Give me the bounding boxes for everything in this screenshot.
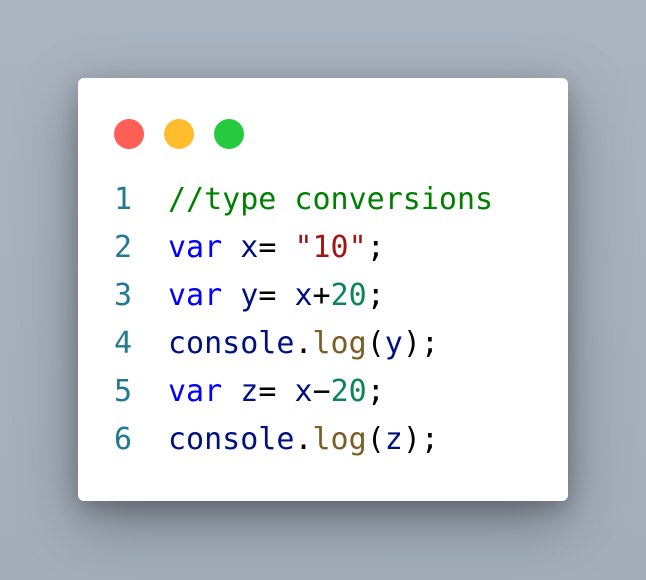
code-line: 2 var x = "10";: [114, 224, 493, 272]
code-token: .: [294, 422, 313, 457]
code-line: 1 //type conversions: [114, 176, 493, 224]
code-line: 5 var z = x −20;: [114, 368, 493, 416]
line-number: 1: [114, 182, 133, 217]
code-token: 20: [330, 278, 367, 313]
code-token: console: [168, 422, 295, 457]
code-line: 4 console. log(y);: [114, 320, 493, 368]
code-token: x: [294, 374, 313, 409]
line-number: 6: [114, 422, 133, 457]
line-number: 5: [114, 374, 133, 409]
code-token: log: [312, 326, 367, 361]
code-token: var: [168, 278, 223, 313]
code-token: z: [240, 374, 259, 409]
window-controls: [114, 119, 244, 149]
code-token: //type conversions: [168, 182, 494, 217]
code-token: "10": [294, 230, 367, 265]
code-token: z: [384, 422, 403, 457]
code-token: (: [366, 422, 385, 457]
code-token: log: [312, 422, 367, 457]
code-token: ;: [366, 374, 385, 409]
line-number: 4: [114, 326, 133, 361]
code-token: console: [168, 326, 295, 361]
code-token: .: [294, 326, 313, 361]
code-token: x: [240, 230, 259, 265]
maximize-dot-icon[interactable]: [214, 119, 244, 149]
code-token: −: [312, 374, 331, 409]
code-token: ;: [366, 230, 385, 265]
code-window: 1//type conversions 2 var x = "10"; 3 var y = …: [78, 78, 568, 501]
line-number: 2: [114, 230, 133, 265]
code-block: 1//type conversions 2 var x = "10"; 3 var y = …: [114, 176, 493, 464]
code-token: var: [168, 230, 223, 265]
code-token: var: [168, 374, 223, 409]
code-token: y: [240, 278, 259, 313]
close-dot-icon[interactable]: [114, 119, 144, 149]
code-token: (: [366, 326, 385, 361]
code-token: +: [312, 278, 331, 313]
code-token: =: [258, 374, 295, 409]
line-number: 3: [114, 278, 133, 313]
code-token: 20: [330, 374, 367, 409]
code-token: ;: [366, 278, 385, 313]
code-token: =: [258, 278, 295, 313]
code-token: =: [258, 230, 295, 265]
code-token: y: [384, 326, 403, 361]
minimize-dot-icon[interactable]: [164, 119, 194, 149]
code-token: x: [294, 278, 313, 313]
code-line: 6 console. log(z);: [114, 416, 493, 464]
code-token: );: [402, 422, 439, 457]
code-line: 3 var y = x +20;: [114, 272, 493, 320]
code-token: );: [402, 326, 439, 361]
